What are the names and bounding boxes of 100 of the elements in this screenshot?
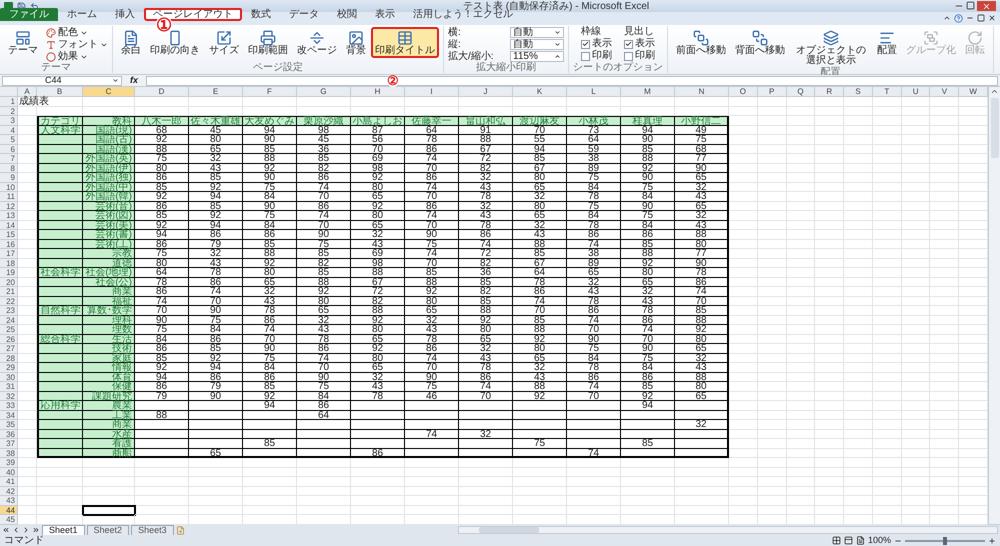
table-cell[interactable] xyxy=(37,363,83,372)
table-cell[interactable]: 88 xyxy=(243,154,297,164)
table-cell[interactable]: 92 xyxy=(135,192,189,202)
table-cell[interactable]: 94 xyxy=(135,230,189,240)
column-header[interactable]: D xyxy=(135,87,189,97)
table-cell[interactable] xyxy=(135,439,189,448)
table-cell[interactable] xyxy=(37,135,83,144)
table-cell[interactable]: 75 xyxy=(621,211,675,220)
table-cell[interactable]: 32 xyxy=(513,192,567,202)
row-header[interactable]: 1 xyxy=(0,97,18,106)
sheet-tab[interactable]: Sheet1 xyxy=(42,524,85,536)
table-cell[interactable]: 75 xyxy=(243,211,297,220)
table-cell[interactable]: 宗教 xyxy=(83,249,135,258)
table-cell[interactable]: 72 xyxy=(351,287,405,296)
ribbon-small-button[interactable]: 配色 xyxy=(46,27,108,39)
checkbox-box[interactable] xyxy=(624,40,633,48)
table-cell[interactable]: 78 xyxy=(621,306,675,316)
column-header[interactable]: R xyxy=(815,87,844,97)
sheet-tab[interactable]: Sheet3 xyxy=(131,524,174,536)
table-cell[interactable]: 国語(現) xyxy=(83,126,135,135)
table-cell[interactable]: 90 xyxy=(621,135,675,144)
row-header[interactable]: 5 xyxy=(0,135,18,144)
table-cell[interactable]: 85 xyxy=(135,211,189,220)
column-header[interactable]: F xyxy=(243,87,297,97)
ribbon-tab[interactable]: 数式 xyxy=(242,8,280,21)
table-cell[interactable]: 92 xyxy=(135,363,189,372)
table-cell[interactable]: 総合科学 xyxy=(37,334,83,344)
table-cell[interactable] xyxy=(37,287,83,296)
table-cell[interactable]: 43 xyxy=(513,230,567,240)
table-cell[interactable]: 78 xyxy=(567,363,621,372)
table-cell[interactable]: 65 xyxy=(513,211,567,220)
table-cell[interactable]: 80 xyxy=(189,135,243,144)
table-cell[interactable]: 85 xyxy=(297,249,351,258)
table-cell[interactable]: 65 xyxy=(351,192,405,202)
table-cell[interactable]: 商業 xyxy=(83,287,135,296)
zoom-in-icon[interactable] xyxy=(988,536,996,544)
checkbox[interactable]: 表示 xyxy=(624,39,655,49)
table-cell[interactable] xyxy=(567,439,621,448)
table-cell[interactable]: 80 xyxy=(459,325,513,334)
scroll-thumb[interactable] xyxy=(990,98,998,158)
scroll-thumb[interactable] xyxy=(479,527,539,533)
table-cell[interactable] xyxy=(567,401,621,410)
ribbon-tab[interactable]: 挿入 xyxy=(106,8,144,21)
ribbon-button[interactable]: 背面へ移動 xyxy=(731,27,789,58)
page-break-view-icon[interactable] xyxy=(856,536,865,545)
select-all-corner[interactable] xyxy=(0,87,18,97)
table-cell[interactable]: 32 xyxy=(459,344,513,354)
table-cell[interactable]: 32 xyxy=(621,287,675,296)
table-cell[interactable] xyxy=(513,420,567,430)
checkbox-box[interactable] xyxy=(624,52,633,60)
column-header[interactable]: U xyxy=(902,87,930,97)
row-header[interactable]: 11 xyxy=(0,192,18,202)
table-cell[interactable]: 86 xyxy=(459,230,513,240)
table-cell[interactable] xyxy=(37,439,83,448)
formula-field[interactable] xyxy=(146,76,998,86)
ribbon-button[interactable]: 配置 xyxy=(873,27,901,58)
table-cell[interactable]: 94 xyxy=(621,401,675,410)
name-box[interactable]: C44 xyxy=(2,76,122,86)
column-header[interactable]: N xyxy=(675,87,729,97)
first-sheet-icon[interactable] xyxy=(2,526,10,534)
table-cell[interactable]: 自然科学 xyxy=(37,306,83,316)
caret-icon[interactable] xyxy=(112,77,119,84)
table-cell[interactable] xyxy=(37,230,83,240)
column-header[interactable]: T xyxy=(872,87,902,97)
table-cell[interactable]: 75 xyxy=(405,382,459,392)
table-cell[interactable]: 商業 xyxy=(83,420,135,430)
table-cell[interactable]: 88 xyxy=(675,230,729,240)
table-cell[interactable]: 84 xyxy=(567,211,621,220)
ribbon-button[interactable]: サイズ xyxy=(205,27,243,58)
table-cell[interactable]: 85 xyxy=(189,344,243,354)
table-cell[interactable]: 32 xyxy=(351,230,405,240)
column-header[interactable]: L xyxy=(567,87,621,97)
table-cell[interactable]: 65 xyxy=(297,306,351,316)
table-cell[interactable] xyxy=(351,439,405,448)
table-cell[interactable]: 90 xyxy=(405,230,459,240)
table-cell[interactable]: 85 xyxy=(243,382,297,392)
table-cell[interactable]: 桂真理 xyxy=(621,116,675,126)
row-header[interactable]: 39 xyxy=(0,458,18,468)
table-cell[interactable]: 70 xyxy=(135,306,189,316)
table-cell[interactable]: 88 xyxy=(459,306,513,316)
table-cell[interactable]: 生活 xyxy=(83,334,135,344)
table-cell[interactable] xyxy=(297,439,351,448)
table-cell[interactable]: 69 xyxy=(351,249,405,258)
table-cell[interactable]: 43 xyxy=(675,363,729,372)
table-cell[interactable]: 農業 xyxy=(83,401,135,410)
table-cell[interactable]: 佐々木重雄 xyxy=(189,116,243,126)
table-cell[interactable]: 94 xyxy=(621,126,675,135)
table-cell[interactable]: 80 xyxy=(351,211,405,220)
table-cell[interactable]: 72 xyxy=(459,154,513,164)
table-cell[interactable]: 43 xyxy=(297,325,351,334)
table-cell[interactable]: 教科 xyxy=(83,116,135,126)
table-cell[interactable]: 88 xyxy=(621,249,675,258)
dropdown-field[interactable]: 自動 xyxy=(510,27,564,38)
table-cell[interactable]: 86 xyxy=(297,173,351,182)
table-cell[interactable]: 水産 xyxy=(83,430,135,439)
column-header[interactable]: H xyxy=(351,87,405,97)
row-header[interactable]: 19 xyxy=(0,268,18,278)
restore-icon[interactable] xyxy=(977,14,985,22)
table-cell[interactable]: 工業 xyxy=(83,410,135,420)
table-cell[interactable]: 88 xyxy=(351,268,405,278)
